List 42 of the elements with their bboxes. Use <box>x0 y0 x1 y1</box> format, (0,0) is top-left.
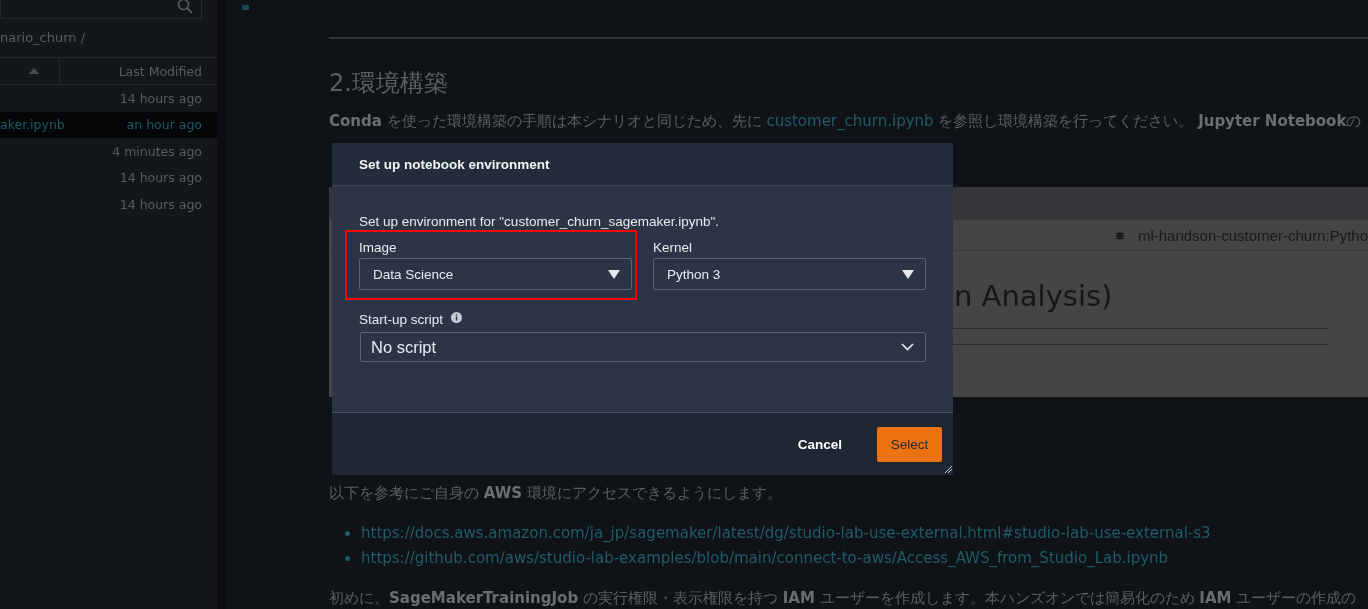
bullet-icon <box>345 556 350 561</box>
reference-link[interactable]: https://github.com/aws/studio-lab-examples/blob/main/connect-to-aws/Access_AWS_from_Studio_Lab.ipynb <box>361 546 1169 571</box>
dialog-description: Set up environment for "customer_churn_sagemaker.ipynb". <box>359 214 721 229</box>
reference-link[interactable]: https://docs.aws.amazon.com/ja_jp/sagemaker/latest/dg/studio-lab-use-external.html#studio-lab-use-external-s3 <box>361 521 1211 546</box>
info-icon <box>451 312 463 323</box>
modified-time: 14 hours ago <box>119 170 202 186</box>
dropdown-caret-icon <box>608 269 620 279</box>
bullet-icon <box>345 531 350 536</box>
dropdown-caret-icon <box>902 269 914 279</box>
select-button[interactable]: Select <box>877 426 942 462</box>
field-label: Start-up script <box>359 312 444 327</box>
modified-time: 14 hours ago <box>119 196 202 212</box>
column-header[interactable]: Last Modified <box>60 58 217 84</box>
modified-time: 14 hours ago <box>119 90 202 106</box>
cell-marker-icon <box>242 5 249 10</box>
dropdown[interactable]: Data Science <box>359 258 632 290</box>
panel-splitter[interactable] <box>217 0 225 609</box>
dropdown[interactable]: Python 3 <box>653 258 926 290</box>
search-field[interactable] <box>0 0 202 19</box>
dropdown[interactable]: No script <box>360 332 926 362</box>
file-row[interactable]: aker.ipynb an hour ago <box>0 111 217 138</box>
modified-time: an hour ago <box>126 117 202 133</box>
notebook-link[interactable]: customer_churn.ipynb <box>766 112 934 130</box>
paragraph-text: Conda を使った環境構築の手順は本シナリオと同じため、先に <box>329 112 763 130</box>
field-label: Image <box>359 240 398 257</box>
file-row[interactable]: 4 minutes ago <box>0 138 217 165</box>
file-row[interactable]: 14 hours ago <box>0 164 217 191</box>
resize-grip-icon[interactable] <box>944 465 952 473</box>
chevron-down-icon <box>901 343 914 351</box>
paragraph-text: 初めに、SageMakerTrainingJob の実行権限・表示権限を持つ IAM ユーザーを作成します。本ハンズオンでは簡易化のため IAM ユーザーの作成の <box>329 588 1358 608</box>
cancel-button[interactable]: Cancel <box>791 435 848 453</box>
search-icon <box>177 0 193 14</box>
field-label: Kernel <box>653 240 694 257</box>
modified-time: 4 minutes ago <box>112 143 202 159</box>
section-heading: 2.環境構築 <box>329 68 449 99</box>
file-row[interactable]: 14 hours ago <box>0 191 217 218</box>
breadcrumb[interactable]: nario_churn / <box>0 30 217 49</box>
file-name: aker.ipynb <box>0 117 65 133</box>
file-row[interactable]: 14 hours ago <box>0 85 217 112</box>
dialog-title: Set up notebook environment <box>359 156 550 172</box>
paragraph-text: 以下を参考にご自身の AWS 環境にアクセスできるようにします。 <box>329 483 783 503</box>
paragraph-text: を参照し環境構築を行ってください。 Jupyter Notebookの <box>937 112 1362 130</box>
